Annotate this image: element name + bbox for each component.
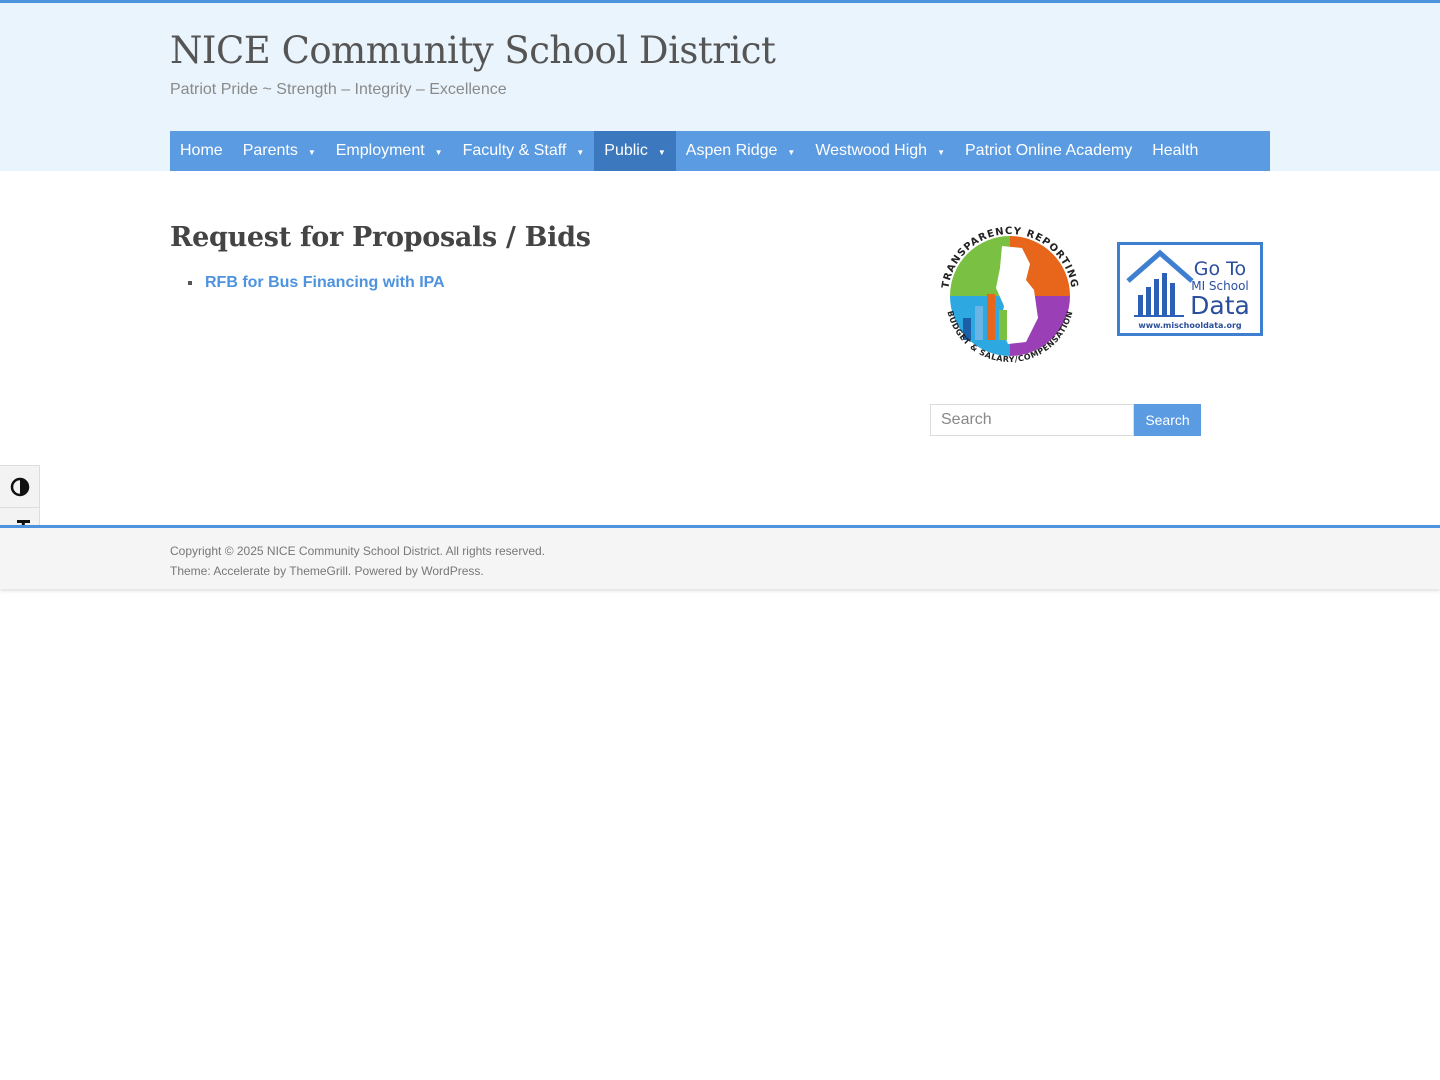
transparency-reporting-badge[interactable]: TRANSPARENCY REPORTING BUDGET & SALARY/C… xyxy=(930,218,1090,373)
search-input[interactable] xyxy=(930,404,1134,436)
site-header: NICE Community School District Patriot P… xyxy=(0,3,1440,171)
theme-credit-text: Theme: Accelerate by ThemeGrill. Powered… xyxy=(170,564,484,578)
house-bar-chart-icon: Go To MI School Data www.mischooldata.or… xyxy=(1126,249,1250,330)
caret-down-icon: ▼ xyxy=(657,147,666,157)
nav-item-label: Parents xyxy=(242,142,298,159)
nav-item-label: Faculty & Staff xyxy=(462,142,567,159)
search-form: Search xyxy=(930,404,1201,436)
search-button[interactable]: Search xyxy=(1134,404,1201,436)
nav-item-label: Health xyxy=(1152,142,1199,159)
footer-site-link[interactable]: NICE Community School District xyxy=(267,544,440,558)
wordpress-link[interactable]: WordPress xyxy=(421,564,480,578)
page-title: Request for Proposals / Bids xyxy=(170,222,591,253)
caret-down-icon: ▼ xyxy=(576,147,585,157)
svg-text:Data: Data xyxy=(1190,291,1250,320)
list-item: RFB for Bus Financing with IPA xyxy=(188,274,445,292)
themegrill-link[interactable]: ThemeGrill xyxy=(289,564,348,578)
svg-text:www.mischooldata.org: www.mischooldata.org xyxy=(1138,321,1242,330)
toggle-contrast-button[interactable] xyxy=(0,466,40,507)
nav-item-label: Home xyxy=(180,142,223,159)
nav-item-patriot-online-academy[interactable]: Patriot Online Academy xyxy=(955,131,1142,171)
site-footer: Copyright © 2025 NICE Community School D… xyxy=(0,525,1440,589)
nav-item-label: Public xyxy=(604,142,648,159)
contrast-icon xyxy=(10,477,30,496)
nav-item-label: Westwood High xyxy=(815,142,928,159)
mischooldata-badge[interactable]: Go To MI School Data www.mischooldata.or… xyxy=(1117,242,1263,336)
nav-item-parents[interactable]: Parents ▼ xyxy=(233,131,326,171)
main-navigation: Home Parents ▼ Employment ▼ Faculty & Staf… xyxy=(170,131,1270,171)
site-tagline: Patriot Pride ~ Strength – Integrity – E… xyxy=(170,81,507,98)
nav-item-public[interactable]: Public ▼ xyxy=(594,131,676,171)
rfb-bus-financing-link[interactable]: RFB for Bus Financing with IPA xyxy=(205,274,445,292)
nav-item-westwood-high[interactable]: Westwood High ▼ xyxy=(805,131,955,171)
caret-down-icon: ▼ xyxy=(787,147,796,157)
site-title[interactable]: NICE Community School District xyxy=(170,29,776,72)
proposals-list: RFB for Bus Financing with IPA xyxy=(188,274,445,292)
bullet-icon xyxy=(188,281,192,285)
nav-item-health[interactable]: Health xyxy=(1142,131,1208,171)
caret-down-icon: ▼ xyxy=(307,147,316,157)
copyright-text: Copyright © 2025 NICE Community School D… xyxy=(170,544,545,558)
nav-item-home[interactable]: Home xyxy=(170,131,233,171)
nav-item-label: Employment xyxy=(335,142,425,159)
nav-item-label: Aspen Ridge xyxy=(685,142,778,159)
nav-item-label: Patriot Online Academy xyxy=(965,142,1133,159)
nav-item-employment[interactable]: Employment ▼ xyxy=(326,131,453,171)
theme-link[interactable]: Accelerate xyxy=(213,564,270,578)
svg-text:Go To: Go To xyxy=(1194,258,1246,280)
nav-item-faculty-staff[interactable]: Faculty & Staff ▼ xyxy=(453,131,595,171)
caret-down-icon: ▼ xyxy=(937,147,945,157)
caret-down-icon: ▼ xyxy=(434,147,443,157)
nav-item-aspen-ridge[interactable]: Aspen Ridge ▼ xyxy=(676,131,806,171)
michigan-map-chart-icon: TRANSPARENCY REPORTING BUDGET & SALARY/C… xyxy=(936,222,1084,370)
